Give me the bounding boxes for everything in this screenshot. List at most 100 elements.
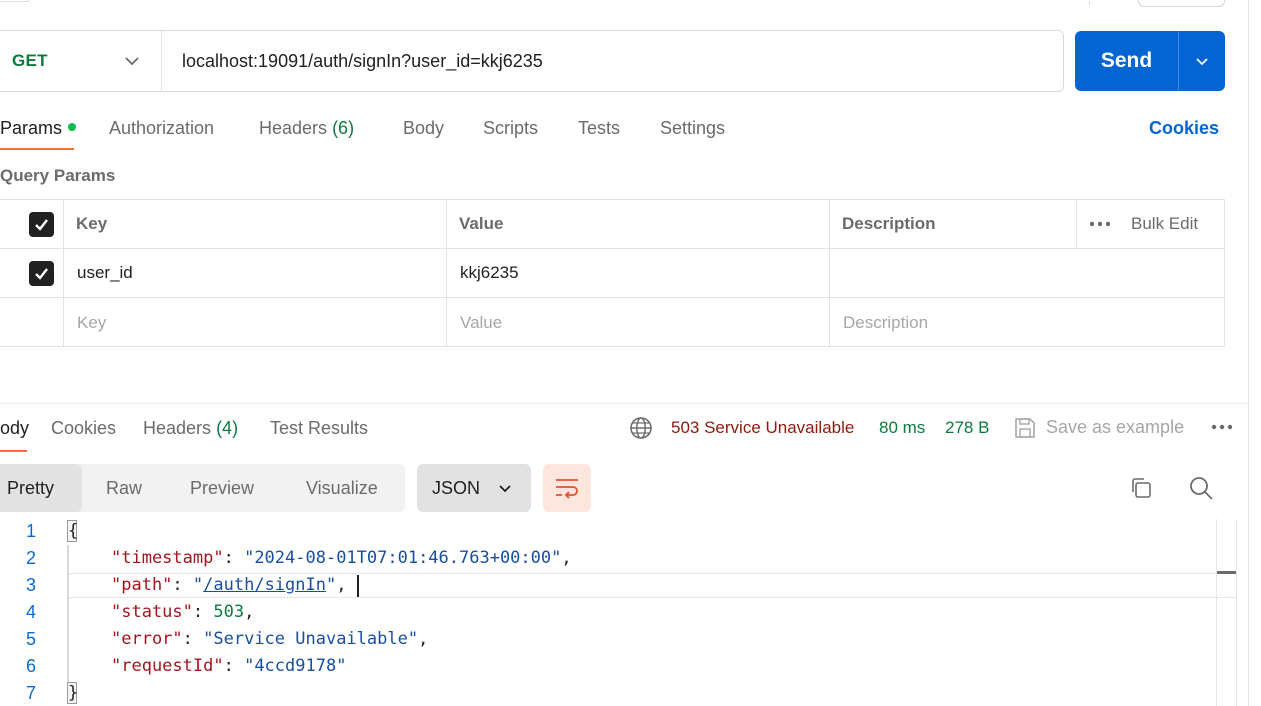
tab-headers-label: Headers bbox=[259, 118, 328, 138]
tab-headers[interactable]: Headers (6) bbox=[259, 118, 354, 139]
chevron-down-icon bbox=[499, 485, 511, 493]
top-button-fragment[interactable] bbox=[1138, 0, 1225, 7]
response-tab-cookies[interactable]: Cookies bbox=[51, 418, 116, 439]
response-tab-headers-count: (4) bbox=[216, 418, 239, 438]
response-time[interactable]: 80 ms bbox=[879, 418, 925, 438]
url-input[interactable]: localhost:19091/auth/signIn?user_id=kkj6… bbox=[162, 51, 543, 72]
header-description: Description bbox=[842, 214, 936, 233]
code-line: "timestamp": "2024-08-01T07:01:46.763+00… bbox=[111, 548, 572, 568]
code-line: "status": 503, bbox=[111, 602, 254, 622]
tab-tests[interactable]: Tests bbox=[578, 118, 620, 139]
new-description-input[interactable]: Description bbox=[843, 298, 928, 347]
more-icon[interactable] bbox=[1089, 200, 1111, 248]
wrap-lines-icon bbox=[556, 479, 578, 499]
response-size[interactable]: 278 B bbox=[945, 418, 989, 438]
json-colon: : bbox=[172, 575, 193, 595]
send-button-group: Send bbox=[1075, 31, 1225, 91]
json-key: "error" bbox=[111, 629, 183, 649]
checkbox-checked-icon bbox=[29, 260, 54, 286]
globe-icon[interactable] bbox=[629, 416, 653, 440]
more-icon[interactable] bbox=[1211, 424, 1233, 430]
view-visualize[interactable]: Visualize bbox=[306, 464, 378, 512]
save-icon bbox=[1015, 418, 1035, 438]
json-comma: , bbox=[336, 575, 347, 595]
json-comma: , bbox=[418, 629, 429, 649]
tab-scripts[interactable]: Scripts bbox=[483, 118, 538, 139]
text-caret bbox=[357, 575, 359, 597]
json-key: "status" bbox=[111, 602, 193, 622]
select-all-checkbox[interactable] bbox=[29, 200, 54, 248]
json-value: "4ccd9178" bbox=[244, 656, 347, 676]
param-key-field[interactable]: user_id bbox=[77, 249, 133, 297]
code-line: "error": "Service Unavailable", bbox=[111, 629, 428, 649]
editor-edge bbox=[1236, 519, 1237, 706]
params-active-dot bbox=[68, 123, 77, 132]
line-number: 6 bbox=[26, 656, 37, 676]
code-open-brace: { bbox=[68, 521, 79, 541]
new-value-input[interactable]: Value bbox=[460, 298, 502, 347]
row-checkbox[interactable] bbox=[29, 249, 54, 297]
params-table: Key Value Description Bulk Edit user_id … bbox=[0, 199, 1225, 347]
checkbox-checked-icon bbox=[29, 211, 54, 237]
url-bar: GET localhost:19091/auth/signIn?user_id=… bbox=[0, 30, 1064, 92]
right-panel-divider bbox=[1248, 0, 1249, 706]
line-number: 3 bbox=[26, 575, 37, 595]
param-value-field[interactable]: kkj6235 bbox=[460, 249, 519, 297]
save-as-example-button[interactable]: Save as example bbox=[1046, 417, 1184, 438]
json-key: "requestId" bbox=[111, 656, 224, 676]
response-tab-headers[interactable]: Headers (4) bbox=[143, 418, 238, 439]
tab-tests-label: Tests bbox=[578, 118, 621, 138]
send-button[interactable]: Send bbox=[1075, 31, 1178, 91]
scrollbar-position-marker bbox=[1217, 571, 1237, 574]
top-tab-fragment bbox=[0, 0, 30, 2]
json-key: "path" bbox=[111, 575, 173, 595]
tab-body-label: Body bbox=[403, 118, 445, 138]
response-tab-body[interactable]: ody bbox=[0, 418, 29, 439]
tab-body[interactable]: Body bbox=[403, 118, 444, 139]
code-line: "requestId": "4ccd9178" bbox=[111, 656, 346, 676]
format-select[interactable]: JSON bbox=[417, 464, 531, 512]
table-row-empty: Key Value Description bbox=[0, 298, 1224, 347]
response-tab-test-results[interactable]: Test Results bbox=[270, 418, 368, 439]
json-value-link[interactable]: "/auth/signIn" bbox=[193, 575, 336, 595]
tab-headers-count: (6) bbox=[332, 118, 355, 138]
json-colon: : bbox=[182, 629, 204, 649]
response-status[interactable]: 503 Service Unavailable bbox=[671, 418, 854, 438]
json-value: "Service Unavailable" bbox=[203, 629, 419, 649]
view-pretty[interactable]: Pretty bbox=[0, 464, 82, 512]
response-tab-headers-label: Headers bbox=[143, 418, 212, 438]
json-key: "timestamp" bbox=[111, 548, 224, 568]
json-colon: : bbox=[192, 602, 214, 622]
top-divider bbox=[1089, 0, 1090, 6]
params-header-row: Key Value Description Bulk Edit bbox=[0, 200, 1224, 249]
json-value: 503 bbox=[213, 602, 245, 622]
tab-authorization[interactable]: Authorization bbox=[109, 118, 214, 139]
wrap-lines-button[interactable] bbox=[543, 464, 591, 512]
method-select[interactable]: GET bbox=[0, 31, 162, 91]
json-colon: : bbox=[223, 656, 245, 676]
view-raw[interactable]: Raw bbox=[106, 464, 142, 512]
bulk-edit-button[interactable]: Bulk Edit bbox=[1131, 200, 1198, 248]
tab-settings[interactable]: Settings bbox=[660, 118, 725, 139]
chevron-down-icon bbox=[1196, 58, 1208, 66]
method-label: GET bbox=[12, 51, 48, 70]
param-description-field[interactable] bbox=[842, 249, 1222, 297]
response-divider bbox=[0, 403, 1248, 404]
chevron-down-icon bbox=[125, 57, 139, 66]
line-number: 1 bbox=[26, 521, 37, 541]
editor-scrollbar[interactable] bbox=[1216, 519, 1237, 706]
code-close-brace: } bbox=[68, 683, 79, 703]
tab-params[interactable]: Params bbox=[0, 118, 77, 139]
search-icon[interactable] bbox=[1188, 475, 1214, 501]
code-line: "path": "/auth/signIn", bbox=[111, 575, 346, 595]
cookies-link[interactable]: Cookies bbox=[1149, 118, 1219, 139]
copy-icon[interactable] bbox=[1129, 476, 1153, 500]
send-options-button[interactable] bbox=[1179, 31, 1225, 91]
tab-settings-label: Settings bbox=[660, 118, 726, 138]
indent-guide bbox=[67, 545, 69, 687]
new-key-input[interactable]: Key bbox=[77, 298, 106, 347]
line-number: 2 bbox=[26, 548, 37, 568]
header-value: Value bbox=[459, 214, 504, 233]
format-label: JSON bbox=[432, 477, 481, 498]
view-preview[interactable]: Preview bbox=[190, 464, 254, 512]
